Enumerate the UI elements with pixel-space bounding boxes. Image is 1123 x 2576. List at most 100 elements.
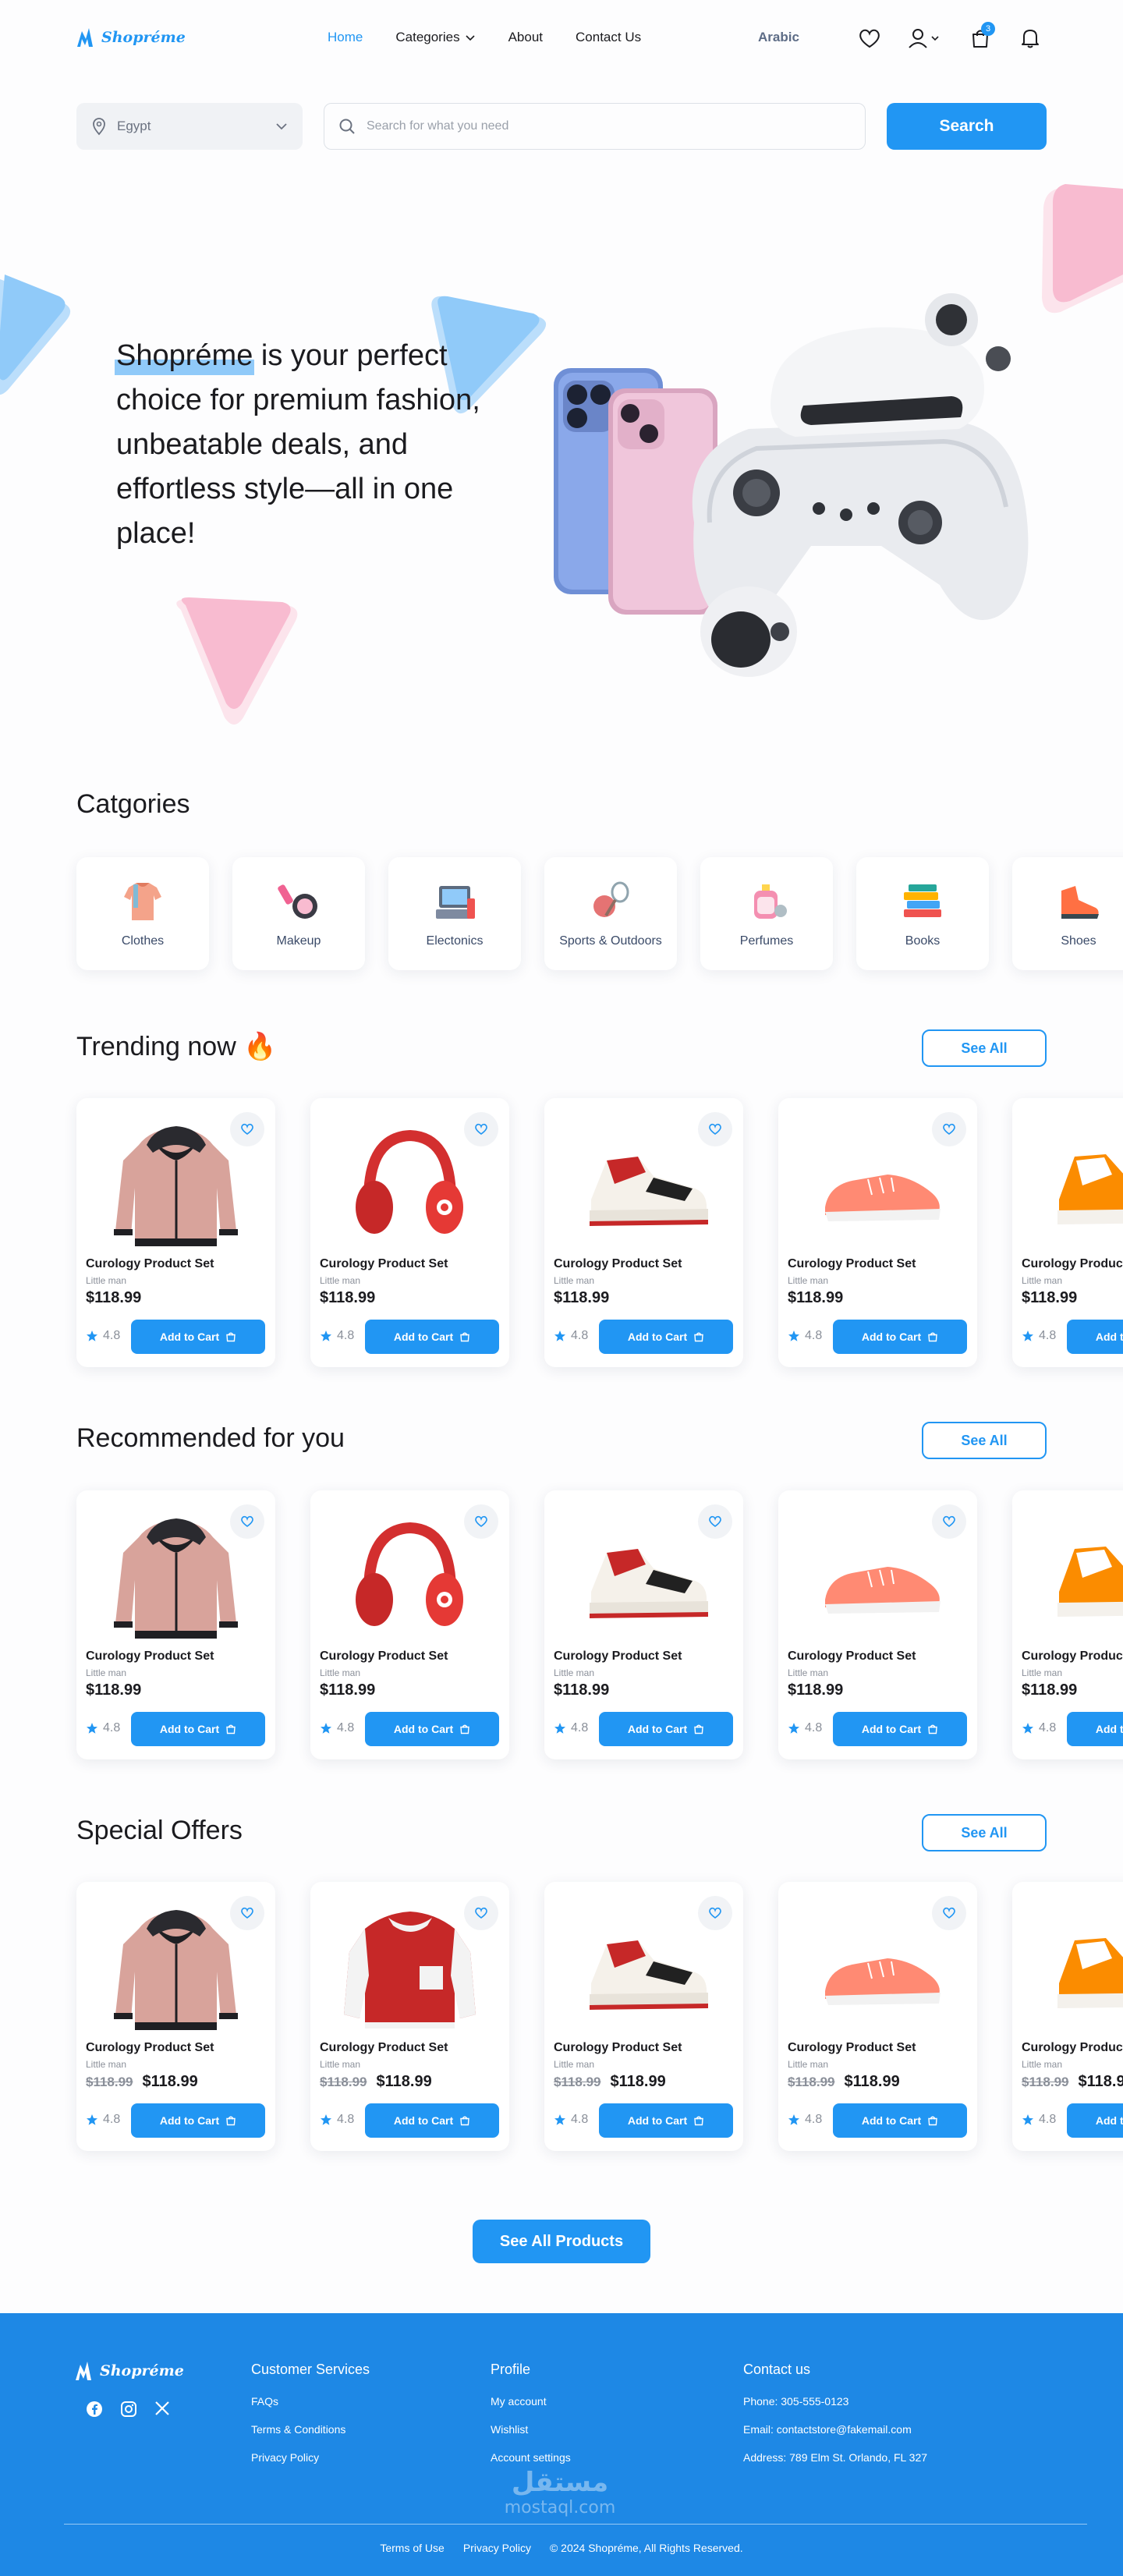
product-name[interactable]: Curology Product Set — [1022, 1649, 1123, 1664]
footer-logo[interactable]: Shopréme — [73, 2360, 184, 2382]
product-card[interactable]: Curology Product Set Little man $118.99 4.8… — [310, 1098, 509, 1367]
footer-link-privacy[interactable]: Privacy Policy — [251, 2451, 370, 2464]
product-image-sneaker-orange[interactable] — [1028, 1114, 1123, 1246]
product-card[interactable]: Curology Product Set Little man $118.99 4.8… — [76, 1490, 275, 1759]
add-to-cart-button[interactable]: Add to Cart — [1067, 1712, 1123, 1746]
favorite-button[interactable] — [230, 1896, 264, 1930]
account-button[interactable] — [906, 25, 944, 51]
footer-link-wishlist[interactable]: Wishlist — [491, 2423, 571, 2436]
shopping-bag-icon — [460, 1724, 469, 1734]
product-brand: Little man — [788, 1667, 829, 1678]
product-name[interactable]: Curology Product Set — [788, 1649, 916, 1664]
product-card[interactable]: Curology Product SetLittle man$118.99$11… — [544, 1882, 743, 2151]
add-to-cart-button[interactable]: Add to Cart — [1067, 1320, 1123, 1354]
favorite-button[interactable] — [932, 1504, 966, 1539]
product-name[interactable]: Curology Product Set — [86, 2041, 214, 2055]
favorite-button[interactable] — [230, 1112, 264, 1146]
product-card[interactable]: Curology Product SetLittle man$118.99$11… — [76, 1882, 275, 2151]
product-card[interactable]: Curology Product Set Little man $118.99 4.8… — [310, 1490, 509, 1759]
footer-terms-of-use[interactable]: Terms of Use — [380, 2542, 444, 2554]
product-name[interactable]: Curology Product Set — [554, 2041, 682, 2055]
favorite-button[interactable] — [932, 1112, 966, 1146]
add-to-cart-label: Add to Cart — [861, 1723, 922, 1735]
add-to-cart-button[interactable]: Add to Cart — [365, 1320, 499, 1354]
product-card[interactable]: Curology Product Set Little man $118.99 4.8… — [778, 1098, 977, 1367]
favorite-button[interactable] — [464, 1504, 498, 1539]
search-input[interactable] — [367, 119, 834, 133]
product-card[interactable]: Curology Product Set Little man $118.99 4.8… — [76, 1098, 275, 1367]
category-makeup[interactable]: Makeup — [232, 857, 365, 970]
favorite-button[interactable] — [698, 1112, 732, 1146]
footer-link-my-account[interactable]: My account — [491, 2395, 571, 2408]
product-card[interactable]: Curology Product Set Little man $118.99 4.8… — [1012, 1490, 1123, 1759]
notifications-button[interactable] — [1017, 25, 1043, 51]
favorite-button[interactable] — [698, 1504, 732, 1539]
add-to-cart-button[interactable]: Add to Cart — [1067, 2103, 1123, 2138]
recommended-see-all-button[interactable]: See All — [922, 1422, 1047, 1459]
product-name[interactable]: Curology Product Set — [554, 1257, 682, 1271]
nav-about[interactable]: About — [508, 30, 543, 45]
nav-contact[interactable]: Contact Us — [576, 30, 641, 45]
favorite-button[interactable] — [464, 1112, 498, 1146]
product-card[interactable]: Curology Product SetLittle man$118.99$11… — [310, 1882, 509, 2151]
product-card[interactable]: Curology Product Set Little man $118.99 4.8… — [1012, 1098, 1123, 1367]
footer-privacy-policy[interactable]: Privacy Policy — [463, 2542, 531, 2554]
add-to-cart-button[interactable]: Add to Cart — [131, 2103, 265, 2138]
site-header: Shopréme Home Categories About Contact U… — [0, 0, 1123, 78]
category-perfumes[interactable]: Perfumes — [700, 857, 833, 970]
category-clothes[interactable]: Clothes — [76, 857, 209, 970]
footer-link-faqs[interactable]: FAQs — [251, 2395, 370, 2408]
add-to-cart-button[interactable]: Add to Cart — [599, 1712, 733, 1746]
brand-logo[interactable]: Shopréme — [75, 27, 186, 48]
x-twitter-icon[interactable] — [154, 2401, 170, 2416]
favorite-button[interactable] — [932, 1896, 966, 1930]
offers-see-all-button[interactable]: See All — [922, 1814, 1047, 1851]
add-to-cart-button[interactable]: Add to Cart — [131, 1320, 265, 1354]
product-card[interactable]: Curology Product Set Little man $118.99 4.8… — [544, 1098, 743, 1367]
product-image-sneaker-orange[interactable] — [1028, 1506, 1123, 1639]
product-name[interactable]: Curology Product Set — [1022, 1257, 1123, 1271]
product-name[interactable]: Curology Product Set — [788, 2041, 916, 2055]
cart-button[interactable]: 3 — [967, 22, 995, 51]
category-electronics[interactable]: Electonics — [388, 857, 521, 970]
add-to-cart-button[interactable]: Add to Cart — [599, 1320, 733, 1354]
product-card[interactable]: Curology Product SetLittle man$118.99$11… — [1012, 1882, 1123, 2151]
search-button[interactable]: Search — [887, 103, 1047, 150]
add-to-cart-button[interactable]: Add to Cart — [365, 1712, 499, 1746]
product-image-sneaker-orange[interactable] — [1028, 1897, 1123, 2030]
wishlist-button[interactable] — [856, 25, 883, 51]
favorite-button[interactable] — [464, 1896, 498, 1930]
language-switch[interactable]: Arabic — [758, 30, 799, 45]
category-sports-outdoors[interactable]: Sports & Outdoors — [544, 857, 677, 970]
favorite-button[interactable] — [230, 1504, 264, 1539]
add-to-cart-button[interactable]: Add to Cart — [599, 2103, 733, 2138]
country-select[interactable]: Egypt — [76, 103, 303, 150]
product-name[interactable]: Curology Product Set — [554, 1649, 682, 1664]
product-name[interactable]: Curology Product Set — [320, 1257, 448, 1271]
product-name[interactable]: Curology Product Set — [320, 1649, 448, 1664]
footer-link-terms[interactable]: Terms & Conditions — [251, 2423, 370, 2436]
product-name[interactable]: Curology Product Set — [1022, 2041, 1123, 2055]
add-to-cart-button[interactable]: Add to Cart — [365, 2103, 499, 2138]
nav-categories[interactable]: Categories — [395, 30, 475, 45]
facebook-icon[interactable] — [86, 2401, 103, 2418]
trending-see-all-button[interactable]: See All — [922, 1029, 1047, 1067]
add-to-cart-button[interactable]: Add to Cart — [131, 1712, 265, 1746]
category-books[interactable]: Books — [856, 857, 989, 970]
see-all-products-button[interactable]: See All Products — [473, 2220, 650, 2263]
add-to-cart-button[interactable]: Add to Cart — [833, 2103, 967, 2138]
product-card[interactable]: Curology Product Set Little man $118.99 4.8… — [778, 1490, 977, 1759]
product-card[interactable]: Curology Product SetLittle man$118.99$11… — [778, 1882, 977, 2151]
product-name[interactable]: Curology Product Set — [86, 1649, 214, 1664]
favorite-button[interactable] — [698, 1896, 732, 1930]
nav-home[interactable]: Home — [328, 30, 363, 45]
product-card[interactable]: Curology Product Set Little man $118.99 4.8… — [544, 1490, 743, 1759]
add-to-cart-button[interactable]: Add to Cart — [833, 1712, 967, 1746]
product-name[interactable]: Curology Product Set — [86, 1257, 214, 1271]
electronics-icon — [436, 885, 475, 919]
instagram-icon[interactable] — [120, 2401, 137, 2418]
product-name[interactable]: Curology Product Set — [320, 2041, 448, 2055]
category-shoes[interactable]: Shoes — [1012, 857, 1123, 970]
product-name[interactable]: Curology Product Set — [788, 1257, 916, 1271]
add-to-cart-button[interactable]: Add to Cart — [833, 1320, 967, 1354]
